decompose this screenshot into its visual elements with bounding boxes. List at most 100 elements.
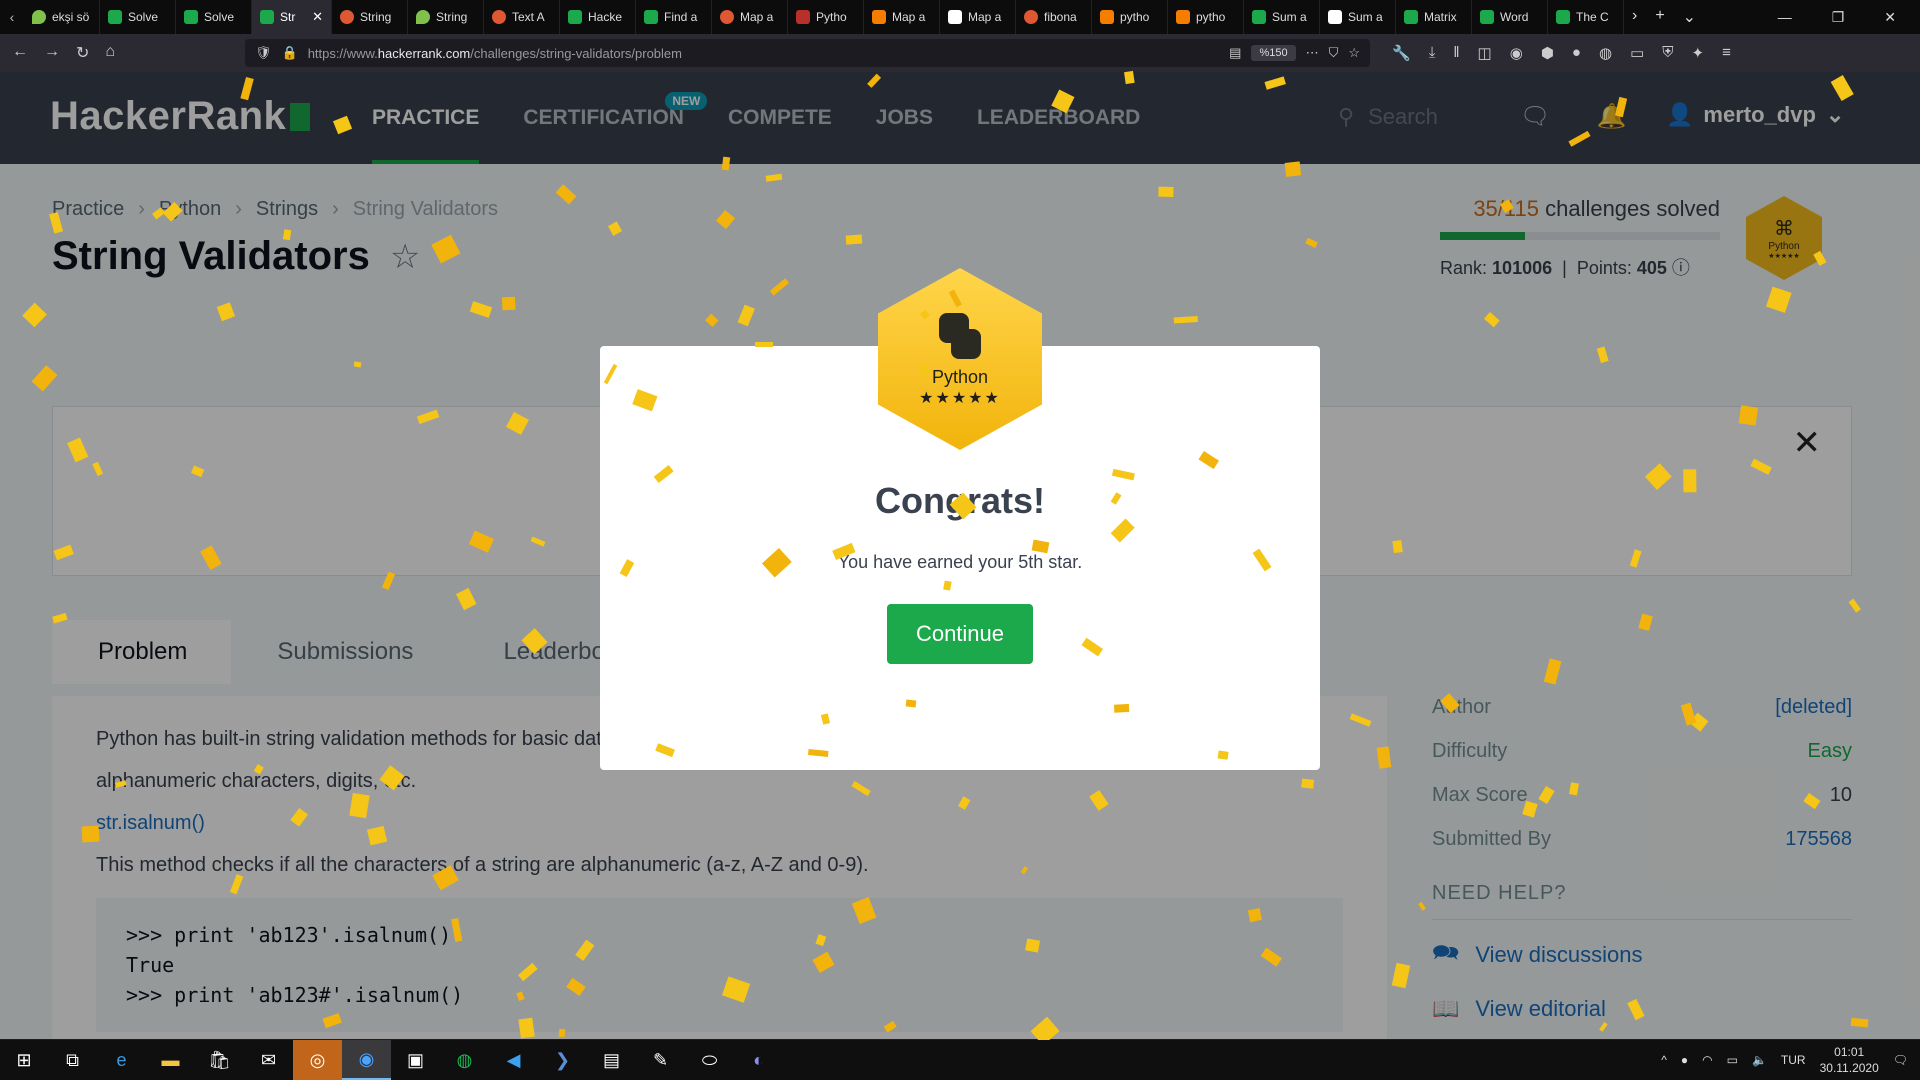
minimize-icon[interactable]: — [1778,9,1792,26]
tab-favicon-icon [1100,10,1114,24]
tab-title: Map a [892,10,926,24]
browser-tab[interactable]: Matrix [1396,0,1472,34]
browser-tab[interactable]: fibona [1016,0,1092,34]
battery-icon[interactable]: ▭ [1727,1053,1738,1067]
tab-title: Map a [740,10,774,24]
downloads-icon[interactable]: ⤓ [1429,44,1436,62]
browser-tab[interactable]: Solve [100,0,176,34]
notepad-icon[interactable]: ✎ [636,1040,685,1080]
reader-view-icon[interactable]: ▤ [1229,45,1241,61]
tab-title: String [360,10,392,24]
mouse-app-icon[interactable]: ⬭ [685,1040,734,1080]
browser-tab[interactable]: Sum a [1320,0,1396,34]
window-icon[interactable]: ▭ [1630,44,1644,62]
discord-icon[interactable]: ◐ [734,1040,783,1080]
app-icon[interactable]: ▣ [391,1040,440,1080]
globe-icon[interactable]: ◍ [1599,44,1612,62]
firefox-icon[interactable]: ◉ [342,1040,391,1080]
extension-red-icon[interactable]: ● [1572,44,1581,62]
pocket-icon[interactable]: ⛉ [1329,45,1339,61]
shield-icon[interactable]: 🛡 [255,45,272,61]
clock[interactable]: 01:01 30.11.2020 [1820,1044,1879,1076]
store-icon[interactable]: 🛍 [195,1040,244,1080]
forward-icon[interactable]: → [44,43,60,63]
tab-title: Text A [512,10,545,24]
browser-tab[interactable]: Find a [636,0,712,34]
browser-tab[interactable]: String [408,0,484,34]
sidebar-icon[interactable]: ◫ [1478,44,1492,62]
shield-ext-icon[interactable]: ⛨ [1662,44,1673,62]
tab-favicon-icon [108,10,122,24]
language-indicator[interactable]: TUR [1781,1053,1806,1067]
wifi-icon[interactable]: ◠ [1702,1053,1712,1067]
tray-app-icon[interactable]: ● [1681,1053,1688,1067]
tab-title: Str [280,10,296,24]
hackerrank-page: HackerRank PRACTICE CERTIFICATION NEW COM… [0,72,1920,1039]
notifications-icon[interactable]: 🗨 [1893,1053,1908,1067]
browser-tab[interactable]: Map a [864,0,940,34]
tab-scroll-right-icon[interactable]: › [1632,7,1637,27]
edge-icon[interactable]: e [97,1040,146,1080]
file-explorer-icon[interactable]: ▬ [146,1040,195,1080]
browser-tab[interactable]: Pytho [788,0,864,34]
new-tab-icon[interactable]: + [1655,7,1664,27]
url-bar[interactable]: 🛡 🔒 https://www.hackerrank.com/challenge… [245,39,1370,67]
tab-scroll-left-icon[interactable]: ‹ [0,9,24,25]
tab-favicon-icon [260,10,274,24]
tab-favicon-icon [184,10,198,24]
browser-tab[interactable]: Text A [484,0,560,34]
back-icon[interactable]: ← [12,43,28,63]
start-menu-icon[interactable]: ⊞ [0,1050,48,1071]
adblock-icon[interactable]: ⬢ [1541,44,1554,62]
browser-tab[interactable]: Map a [940,0,1016,34]
tab-title: The C [1576,10,1609,24]
library-icon[interactable]: ‖ [1453,44,1459,62]
browser-tab[interactable]: The C [1548,0,1624,34]
url-text[interactable]: https://www.hackerrank.com/challenges/st… [308,46,1219,61]
toolbar-icons: 🔧 ⤓ ‖ ◫ ◉ ⬢ ● ◍ ▭ ⛨ ✦ ≡ [1392,44,1731,62]
tray-chevron-up-icon[interactable]: ^ [1661,1053,1667,1067]
tab-favicon-icon [948,10,962,24]
restore-icon[interactable]: ❐ [1832,9,1845,26]
browser-tab[interactable]: pytho [1092,0,1168,34]
vscode-icon[interactable]: ◀ [489,1040,538,1080]
browser-tab[interactable]: Sum a [1244,0,1320,34]
task-view-icon[interactable]: ⧉ [48,1040,97,1080]
tab-title: Find a [664,10,698,24]
bookmark-star-icon[interactable]: ☆ [1348,45,1360,61]
menu-icon[interactable]: ≡ [1722,44,1731,62]
volume-icon[interactable]: 🔈 [1752,1053,1767,1067]
mail-icon[interactable]: ✉ [244,1040,293,1080]
browser-tab[interactable]: Word [1472,0,1548,34]
close-window-icon[interactable]: ✕ [1884,9,1896,26]
continue-button[interactable]: Continue [887,604,1033,664]
close-tab-icon[interactable]: ✕ [312,9,323,25]
tab-title: Word [1500,10,1529,24]
tab-favicon-icon [492,10,506,24]
lock-icon[interactable]: 🔒 [282,45,298,61]
browser-tab[interactable]: Hacke [560,0,636,34]
browser-tab[interactable]: pytho [1168,0,1244,34]
account-icon[interactable]: ◉ [1510,44,1523,62]
tab-favicon-icon [416,10,430,24]
page-actions-icon[interactable]: ⋯ [1306,45,1319,61]
browser-tab[interactable]: Str ✕ [252,0,332,34]
home-icon[interactable]: ⌂ [105,43,115,63]
tab-title: Sum a [1348,10,1383,24]
spotify-icon[interactable]: ◍ [440,1040,489,1080]
wrench-icon[interactable]: 🔧 [1392,44,1411,62]
tab-title: pytho [1196,10,1226,24]
winrar-icon[interactable]: ▤ [587,1040,636,1080]
browser-tab[interactable]: Map a [712,0,788,34]
zoom-level[interactable]: %150 [1251,45,1296,61]
browser-tab[interactable]: String [332,0,408,34]
congrats-modal: Python ★★★★★ Congrats! You have earned y… [600,268,1320,770]
extension-icon[interactable]: ✦ [1692,44,1705,62]
powershell-icon[interactable]: ❯ [538,1040,587,1080]
browser-tab[interactable]: ekşi sö [24,0,100,34]
browser-tab[interactable]: Solve [176,0,252,34]
tab-favicon-icon [720,10,734,24]
tab-list-dropdown-icon[interactable]: ⌄ [1683,7,1696,27]
steam-icon[interactable]: ◎ [293,1040,342,1080]
reload-icon[interactable]: ↻ [76,43,89,63]
